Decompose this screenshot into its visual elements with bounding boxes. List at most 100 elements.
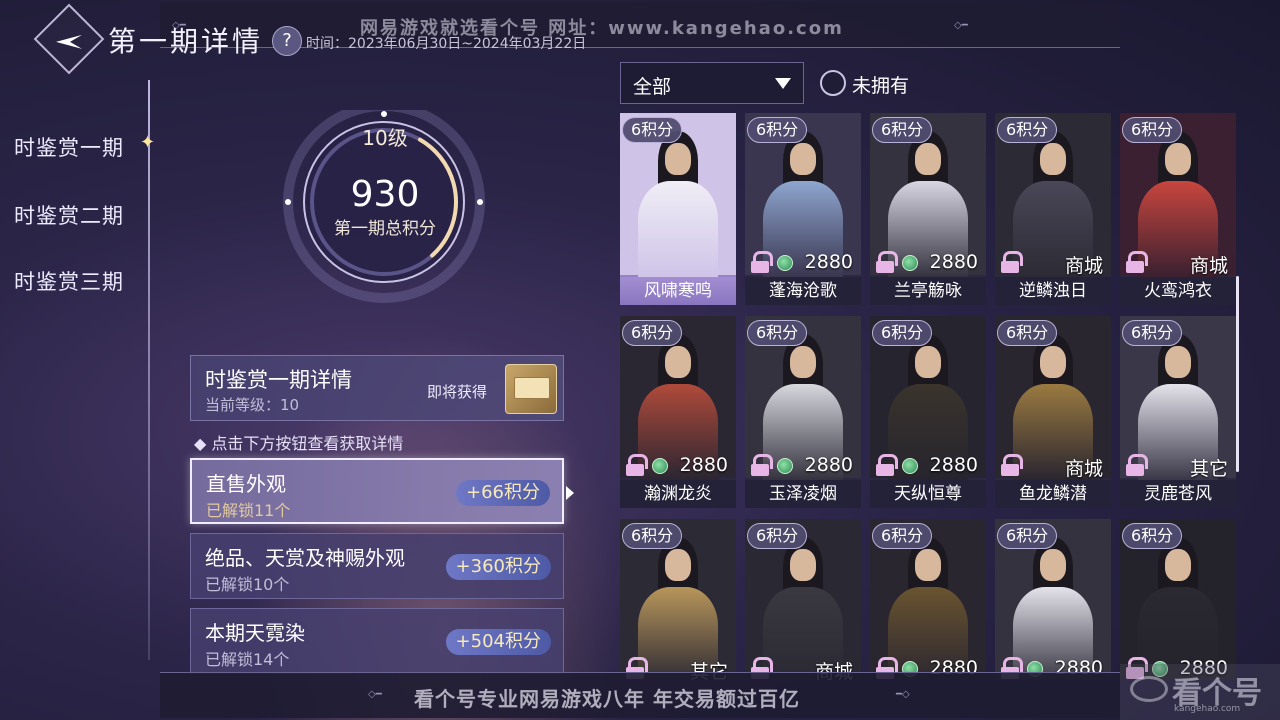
outfit-price: 商城 (1064, 255, 1103, 277)
reward-chest-icon[interactable] (505, 364, 557, 414)
source-premium[interactable]: 绝品、天赏及神赐外观 已解锁10个 +360积分 (190, 533, 564, 599)
outfit-card[interactable]: 6积分商城 逆鳞浊日 (995, 113, 1111, 305)
outfit-price: 2880 (804, 251, 853, 273)
source-points: +360积分 (445, 554, 551, 580)
period-detail-card[interactable]: 时鉴赏一期详情 当前等级：10 即将获得 (190, 355, 564, 421)
figure-head (1040, 346, 1066, 378)
outfit-card[interactable]: 6积分 2880 兰亭觞咏 (870, 113, 986, 305)
outfit-name: 天纵恒尊 (870, 480, 986, 508)
eye-logo-icon (1130, 676, 1168, 702)
points-badge: 6积分 (622, 117, 683, 143)
source-title: 直售外观 (206, 472, 286, 496)
points-badge: 6积分 (622, 320, 683, 346)
outfit-card[interactable]: 6积分 商城 (745, 519, 861, 680)
sidebar-item-period-3[interactable]: 时鉴赏三期 (14, 266, 124, 296)
source-dye[interactable]: 本期天霓染 已解锁14个 +504积分 (190, 608, 564, 674)
detail-title: 时鉴赏一期详情 (205, 368, 352, 392)
lock-icon (751, 454, 773, 476)
outfit-price: 其它 (1189, 458, 1228, 480)
figure-head (790, 346, 816, 378)
lock-icon (1001, 454, 1023, 476)
figure-body (638, 181, 718, 277)
jade-currency-icon (902, 458, 918, 474)
lock-icon (1001, 251, 1023, 273)
outfit-grid: 6积分 风啸寒鸣 6积分 2880 蓬海沧歌 6积分 2880 兰亭觞咏 6积分 商城 逆鳞浊日 6积… (620, 113, 1236, 680)
back-arrow-icon (56, 34, 82, 49)
outfit-price: 商城 (1189, 255, 1228, 277)
lock-icon (1126, 454, 1148, 476)
outfit-card[interactable]: 6积分 2880 瀚渊龙炎 (620, 316, 736, 508)
outfit-name: 瀚渊龙炎 (620, 480, 736, 508)
unowned-radio[interactable] (820, 70, 846, 96)
source-points: +66积分 (456, 480, 550, 506)
outfit-card[interactable]: 6积分 2880 玉泽凌烟 (745, 316, 861, 508)
outfit-name: 逆鳞浊日 (995, 277, 1111, 305)
outfit-card[interactable]: 6积分 2880 (870, 519, 986, 680)
points-badge: 6积分 (872, 117, 933, 143)
outfit-card[interactable]: 6积分 2880 (995, 519, 1111, 680)
outfit-card[interactable]: 6积分 其它 (620, 519, 736, 680)
jade-currency-icon (902, 255, 918, 271)
jade-currency-icon (777, 255, 793, 271)
level-label: 10级 (362, 126, 408, 150)
outfit-price: 商城 (1064, 458, 1103, 480)
outfit-price: 2880 (929, 454, 978, 476)
ornament-icon: ◇━ (954, 20, 968, 31)
points-badge: 6积分 (872, 320, 933, 346)
outfit-name: 灵鹿苍风 (1120, 480, 1236, 508)
unowned-label[interactable]: 未拥有 (852, 71, 909, 98)
ornament-icon: ━◇ (896, 689, 910, 700)
outfit-price: 2880 (804, 454, 853, 476)
figure-head (665, 346, 691, 378)
sidebar-item-period-2[interactable]: 时鉴赏二期 (14, 200, 124, 230)
outfit-card[interactable]: 6积分 2880 蓬海沧歌 (745, 113, 861, 305)
level-ring: 10级 930 第一期总积分 (280, 110, 490, 310)
outfit-card[interactable]: 6积分 2880 天纵恒尊 (870, 316, 986, 508)
corner-logo: 看个号 kangehao.com (1120, 664, 1280, 720)
source-direct-sale[interactable]: 直售外观 已解锁11个 +66积分 (190, 458, 564, 524)
selected-arrow-icon (566, 486, 574, 500)
points-badge: 6积分 (997, 117, 1058, 143)
points-badge: 6积分 (1122, 320, 1183, 346)
figure-head (915, 143, 941, 175)
outfit-name: 风啸寒鸣 (620, 277, 736, 305)
outfit-name: 鱼龙鳞潜 (995, 480, 1111, 508)
outfit-card[interactable]: 6积分 2880 (1120, 519, 1236, 680)
figure-head (1165, 143, 1191, 175)
points-badge: 6积分 (1122, 523, 1183, 549)
time-range: 时间：2023年06月30日~2024年03月22日 (306, 36, 587, 52)
figure-head (1040, 143, 1066, 175)
sidebar-item-period-1[interactable]: 时鉴赏一期 (14, 132, 124, 162)
help-icon[interactable]: ? (272, 26, 302, 56)
points-badge: 6积分 (622, 523, 683, 549)
dropdown-value: 全部 (633, 76, 672, 98)
outfit-card[interactable]: 6积分其它 灵鹿苍风 (1120, 316, 1236, 508)
source-points: +504积分 (445, 629, 551, 655)
coming-soon-label: 即将获得 (427, 383, 488, 401)
outfit-card[interactable]: 6积分风啸寒鸣 (620, 113, 736, 305)
outfit-card[interactable]: 6积分 商城 火鸾鸿衣 (1120, 113, 1236, 305)
source-title: 本期天霓染 (205, 621, 305, 645)
current-level: 当前等级：10 (205, 396, 300, 414)
outfit-name: 玉泽凌烟 (745, 480, 861, 508)
chevron-down-icon (775, 78, 791, 89)
total-score: 930 (350, 174, 420, 215)
outfit-card[interactable]: 6积分商城 鱼龙鳞潜 (995, 316, 1111, 508)
outfit-price: 2880 (679, 454, 728, 476)
points-badge: 6积分 (997, 320, 1058, 346)
source-title: 绝品、天赏及神赐外观 (205, 546, 405, 570)
ad-text: 看个号专业网易游戏八年 年交易额过百亿 (414, 687, 800, 711)
lock-icon (751, 251, 773, 273)
points-badge: 6积分 (997, 523, 1058, 549)
outfit-name: 蓬海沧歌 (745, 277, 861, 305)
points-badge: 6积分 (747, 523, 808, 549)
lock-icon (626, 454, 648, 476)
scrollbar[interactable] (1236, 276, 1239, 472)
lock-icon (876, 454, 898, 476)
back-button[interactable] (33, 3, 105, 75)
figure-head (1165, 346, 1191, 378)
figure-head (790, 549, 816, 581)
category-dropdown[interactable]: 全部 (620, 62, 804, 104)
outfit-price: 2880 (929, 251, 978, 273)
source-unlocked: 已解锁11个 (206, 501, 291, 520)
